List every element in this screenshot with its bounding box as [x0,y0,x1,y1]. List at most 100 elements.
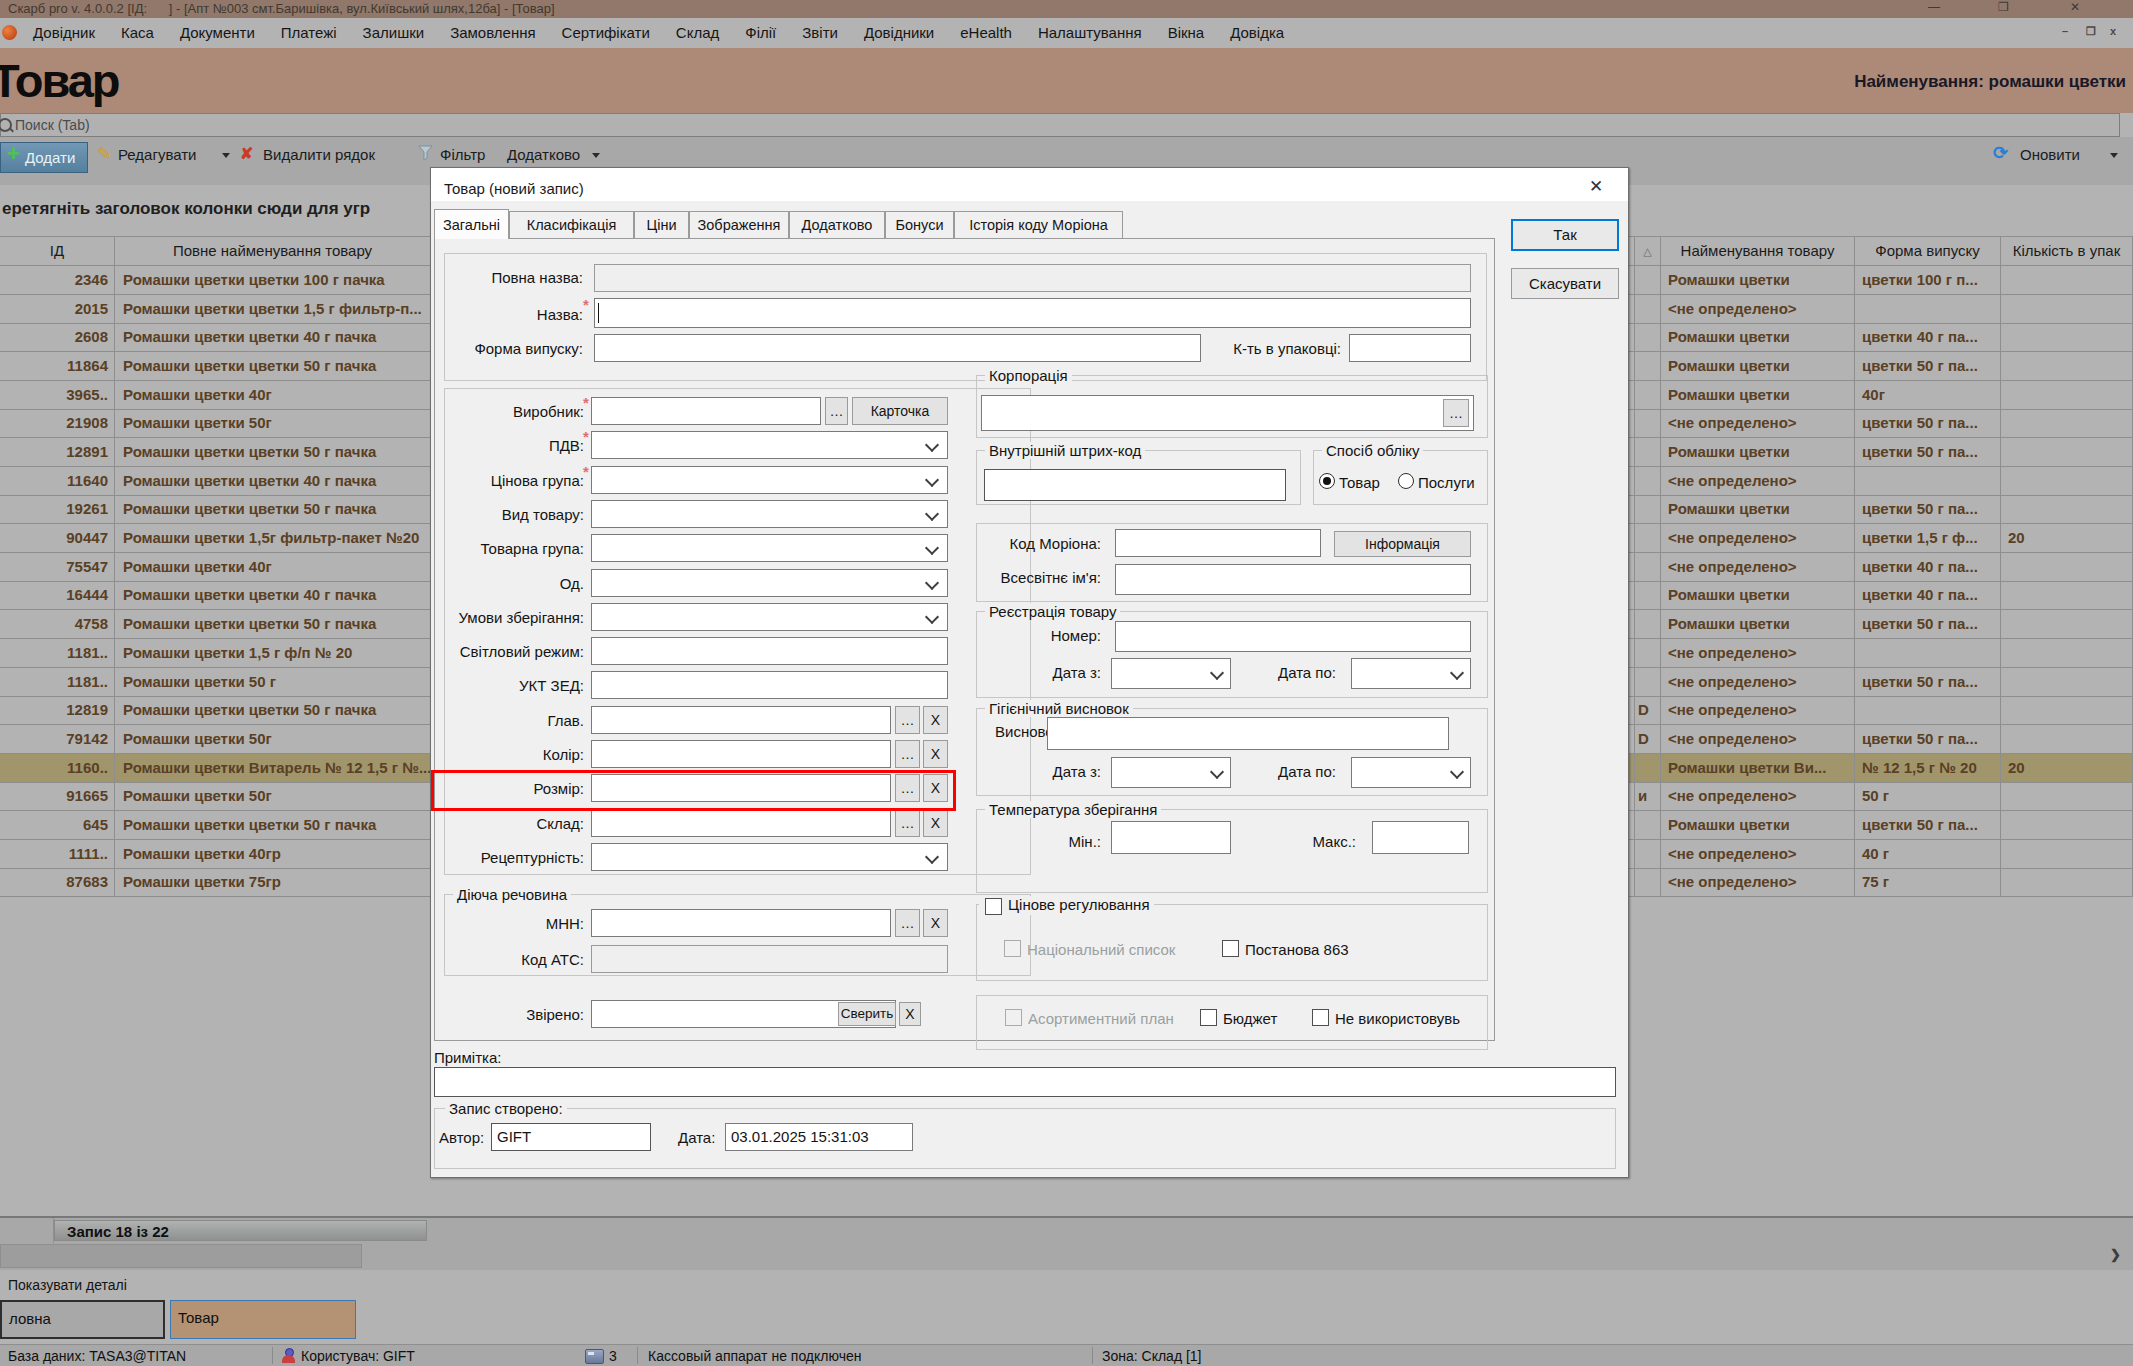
more-button[interactable]: Додатково [507,146,580,163]
radio-tovar[interactable] [1319,473,1335,489]
reg-to-select[interactable] [1351,658,1471,689]
window-minimize-icon[interactable]: — [1928,0,1940,14]
tab-6[interactable]: Бонуси [885,211,954,238]
color-clear-button[interactable]: X [923,740,948,768]
column-header-form[interactable]: Форма випуску [1855,237,2001,265]
window-maximize-icon[interactable]: ❐ [1998,0,2009,14]
date-input[interactable]: 03.01.2025 15:31:03 [725,1123,913,1151]
morion-code-input[interactable] [1115,529,1321,557]
full-name-input[interactable] [594,264,1471,292]
tab-3[interactable]: Ціни [634,211,689,238]
note-input[interactable] [434,1067,1616,1097]
price-group-input[interactable] [591,466,948,494]
dialog-close-icon[interactable]: ✕ [1589,176,1603,197]
menu-item-8[interactable]: Склад [663,18,732,48]
radio-poslugy[interactable] [1398,473,1414,489]
ukt-zed-input[interactable] [591,671,948,699]
add-button[interactable]: + Додати [0,142,88,173]
main-more-button[interactable]: … [895,706,920,734]
mdi-minimize-icon[interactable]: – [2062,25,2068,37]
corporation-input[interactable] [981,395,1474,431]
manufacturer-input[interactable] [591,397,821,425]
menu-item-6[interactable]: Замовлення [437,18,548,48]
scroll-right-icon[interactable]: ❯ [2110,1247,2121,1262]
mnn-clear-button[interactable]: X [923,909,948,937]
column-header-qty[interactable]: Кількість в упак [2001,237,2133,265]
tab-7[interactable]: Історія коду Моріона [954,211,1123,238]
menu-item-1[interactable]: Довідник [20,18,108,48]
manufacturer-card-button[interactable]: Карточка [852,397,948,425]
mnn-input[interactable] [591,909,891,937]
menu-item-5[interactable]: Залишки [350,18,438,48]
menu-item-9[interactable]: Філії [732,18,789,48]
menu-item-14[interactable]: Вікна [1155,18,1218,48]
hyg-to-select[interactable] [1351,757,1471,788]
menu-item-12[interactable]: eHealth [947,18,1025,48]
cancel-button[interactable]: Скасувати [1511,268,1619,299]
bottom-tab-main[interactable]: ловна [0,1300,165,1339]
unit-input[interactable] [591,569,948,597]
hyg-from-select[interactable] [1111,757,1231,788]
tab-4[interactable]: Зображення [689,211,789,238]
author-input[interactable]: GIFT [491,1123,651,1151]
name-input[interactable] [594,298,1471,328]
temp-min-input[interactable] [1111,821,1231,854]
price-regulation-checkbox[interactable] [985,898,1002,915]
check-button[interactable]: Сверить [838,1002,896,1026]
light-mode-input[interactable] [591,637,948,665]
morion-info-button[interactable]: Інформація [1334,531,1471,557]
bottom-tab-tovar[interactable]: Товар [170,1300,356,1339]
refresh-button[interactable]: Оновити [2020,146,2080,163]
tab-5[interactable]: Додатково [789,211,885,238]
scrollbar-thumb[interactable] [0,1244,362,1268]
main-clear-button[interactable]: X [923,706,948,734]
corporation-more-button[interactable]: … [1443,399,1469,427]
horizontal-scrollbar[interactable]: ❯ [0,1243,2133,1270]
mdi-restore-icon[interactable]: ❐ [2086,25,2096,38]
tab-1[interactable]: Загальні [434,209,509,239]
product-group-input[interactable] [591,534,948,562]
menu-item-10[interactable]: Звіти [789,18,851,48]
mnn-more-button[interactable]: … [895,909,920,937]
not-used-checkbox[interactable] [1312,1009,1329,1026]
checked-clear-button[interactable]: X [899,1002,921,1026]
temp-max-input[interactable] [1372,821,1469,854]
warehouse-clear-button[interactable]: X [923,809,948,837]
form-input[interactable] [594,334,1201,362]
world-name-input[interactable] [1115,564,1471,595]
filter-button[interactable]: Фільтр [440,146,485,163]
warehouse-more-button[interactable]: … [895,809,920,837]
tab-2[interactable]: Класифікація [509,211,634,238]
column-header-sort[interactable]: △ [1635,237,1661,265]
color-more-button[interactable]: … [895,740,920,768]
storage-conditions-input[interactable] [591,603,948,631]
mdi-close-icon[interactable]: x [2110,25,2116,37]
menu-item-13[interactable]: Налаштування [1025,18,1155,48]
show-details-label[interactable]: Показувати деталі [8,1277,127,1293]
national-list-checkbox[interactable] [1004,940,1021,957]
barcode-input[interactable] [984,469,1286,501]
menu-item-15[interactable]: Довідка [1217,18,1297,48]
prescription-input[interactable] [591,843,948,871]
vat-input[interactable] [591,431,948,459]
color-input[interactable] [591,740,891,768]
delete-row-button[interactable]: Видалити рядок [263,146,375,163]
search-input[interactable]: Поиск (Tab) [0,113,2120,137]
assortment-plan-checkbox[interactable] [1005,1009,1022,1026]
ok-button[interactable]: Так [1511,219,1619,251]
decree-863-checkbox[interactable] [1222,940,1239,957]
warehouse-input[interactable] [591,809,891,837]
menu-item-4[interactable]: Платежі [268,18,350,48]
reg-from-select[interactable] [1111,658,1231,689]
column-header-id[interactable]: ІД [0,237,115,265]
menu-item-7[interactable]: Сертифікати [549,18,663,48]
conclusion-input[interactable] [1047,717,1449,750]
qty-per-pack-input[interactable] [1349,334,1471,362]
menu-item-2[interactable]: Каса [108,18,167,48]
product-kind-input[interactable] [591,500,948,528]
edit-button[interactable]: Редагувати [118,146,197,163]
reg-number-input[interactable] [1115,621,1471,652]
window-close-icon[interactable]: ✕ [2070,0,2080,14]
atc-input[interactable] [591,945,948,973]
manufacturer-more-button[interactable]: … [825,397,848,425]
